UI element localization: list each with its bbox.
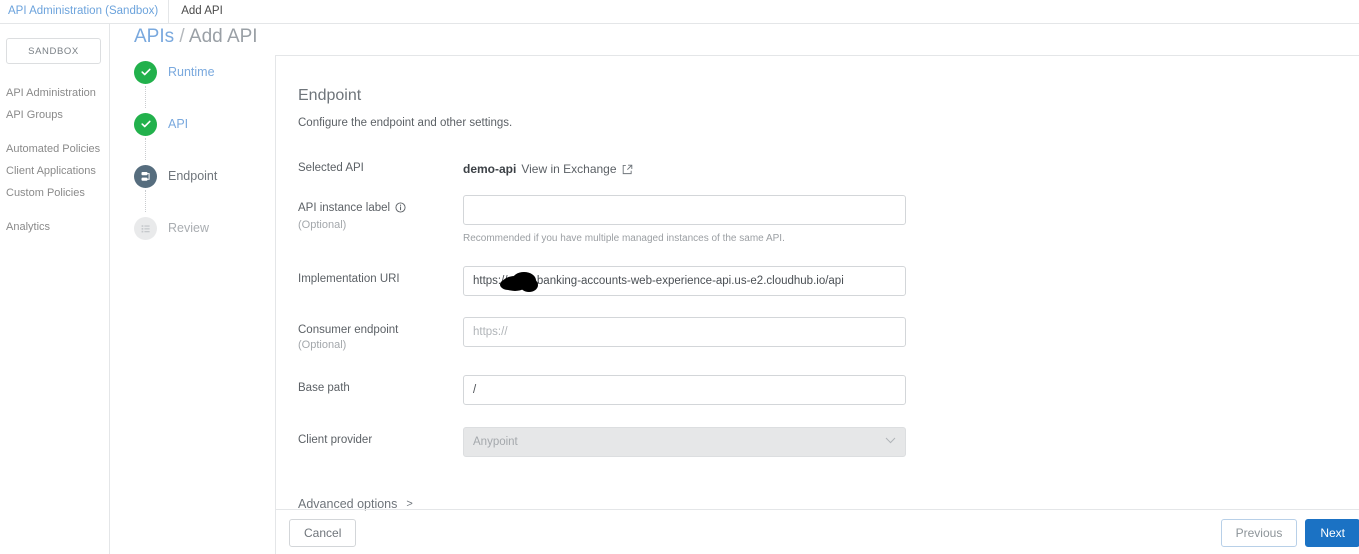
sidebar-nav: API Administration API Groups Automated … (0, 82, 109, 238)
sidebar-group-divider (0, 126, 109, 138)
label-consumer-endpoint-optional: (Optional) (298, 338, 463, 353)
wizard-step-review[interactable]: Review (134, 216, 274, 268)
page-title-separator: / (179, 26, 184, 47)
label-selected-api: Selected API (298, 155, 463, 176)
sidebar-group-divider-2 (0, 204, 109, 216)
sidebar-item-analytics[interactable]: Analytics (0, 216, 109, 238)
environment-badge[interactable]: SANDBOX (6, 38, 101, 64)
row-api-instance-label: API instance label (Optional) Recommende… (298, 195, 1359, 246)
step-connector (145, 190, 146, 212)
sidebar-item-automated-policies[interactable]: Automated Policies (0, 138, 109, 160)
wizard-step-label-review: Review (168, 221, 209, 235)
sidebar-item-api-groups[interactable]: API Groups (0, 104, 109, 126)
api-instance-label-input[interactable] (463, 195, 906, 225)
previous-button[interactable]: Previous (1221, 519, 1298, 547)
form-body: Endpoint Configure the endpoint and othe… (276, 56, 1359, 529)
wizard-steps: Runtime API (134, 60, 274, 268)
value-selected-api: demo-api View in Exchange (463, 155, 906, 177)
sidebar-item-custom-policies[interactable]: Custom Policies (0, 182, 109, 204)
client-provider-select: Anypoint (463, 427, 906, 457)
breadcrumb-org[interactable]: API Administration (Sandbox) (0, 0, 168, 23)
page-title-current: Add API (189, 26, 258, 47)
row-selected-api: Selected API demo-api View in Exchange (298, 155, 1359, 177)
selected-api-name: demo-api (463, 161, 516, 177)
field-consumer-endpoint (463, 317, 906, 347)
label-api-instance-label-text: API instance label (298, 202, 390, 214)
api-instance-label-hint: Recommended if you have multiple managed… (463, 232, 906, 246)
label-consumer-endpoint-text: Consumer endpoint (298, 324, 398, 336)
endpoint-icon (134, 165, 157, 188)
field-implementation-uri (463, 266, 906, 296)
label-api-instance-label: API instance label (Optional) (298, 195, 463, 233)
topbar: API Administration (Sandbox) Add API (0, 0, 1359, 24)
wizard-step-api[interactable]: API (134, 112, 274, 164)
form-title: Endpoint (298, 86, 1359, 106)
label-base-path: Base path (298, 375, 463, 396)
page-title: APIs / Add API (134, 25, 258, 49)
sidebar-item-client-applications[interactable]: Client Applications (0, 160, 109, 182)
list-icon (134, 217, 157, 240)
label-consumer-endpoint: Consumer endpoint (Optional) (298, 317, 463, 353)
consumer-endpoint-input[interactable] (463, 317, 906, 347)
step-connector (145, 86, 146, 108)
field-base-path (463, 375, 906, 405)
next-button[interactable]: Next (1305, 519, 1359, 547)
step-connector (145, 138, 146, 160)
breadcrumb-current: Add API (169, 0, 233, 23)
form-footer: Cancel Previous Next (276, 510, 1359, 554)
field-api-instance-label: Recommended if you have multiple managed… (463, 195, 906, 246)
footer-actions: Previous Next (1221, 519, 1359, 547)
row-implementation-uri: Implementation URI (298, 266, 1359, 296)
implementation-uri-input[interactable] (463, 266, 906, 296)
info-icon[interactable] (395, 202, 406, 218)
field-client-provider: Anypoint (463, 427, 906, 457)
form-subtitle: Configure the endpoint and other setting… (298, 115, 1359, 131)
row-client-provider: Client provider Anypoint (298, 427, 1359, 457)
client-provider-value: Anypoint (473, 428, 518, 456)
endpoint-form-card: Endpoint Configure the endpoint and othe… (275, 55, 1359, 554)
wizard-step-endpoint[interactable]: Endpoint (134, 164, 274, 216)
row-consumer-endpoint: Consumer endpoint (Optional) (298, 317, 1359, 353)
label-implementation-uri: Implementation URI (298, 266, 463, 287)
sidebar: SANDBOX API Administration API Groups Au… (0, 24, 110, 554)
add-api-page: API Administration (Sandbox) Add API SAN… (0, 0, 1359, 554)
label-api-instance-optional: (Optional) (298, 218, 463, 233)
check-icon (134, 61, 157, 84)
view-in-exchange-link[interactable]: View in Exchange (521, 161, 616, 177)
page-title-link-apis[interactable]: APIs (134, 26, 174, 47)
wizard-step-label-runtime: Runtime (168, 65, 215, 79)
row-base-path: Base path (298, 375, 1359, 405)
wizard-step-label-endpoint: Endpoint (168, 169, 217, 183)
wizard-step-label-api: API (168, 117, 188, 131)
external-link-icon[interactable] (622, 164, 633, 175)
base-path-input[interactable] (463, 375, 906, 405)
cancel-button[interactable]: Cancel (289, 519, 356, 547)
check-icon (134, 113, 157, 136)
label-client-provider: Client provider (298, 427, 463, 448)
chevron-down-icon (885, 428, 896, 456)
sidebar-item-api-administration[interactable]: API Administration (0, 82, 109, 104)
wizard-step-runtime[interactable]: Runtime (134, 60, 274, 112)
